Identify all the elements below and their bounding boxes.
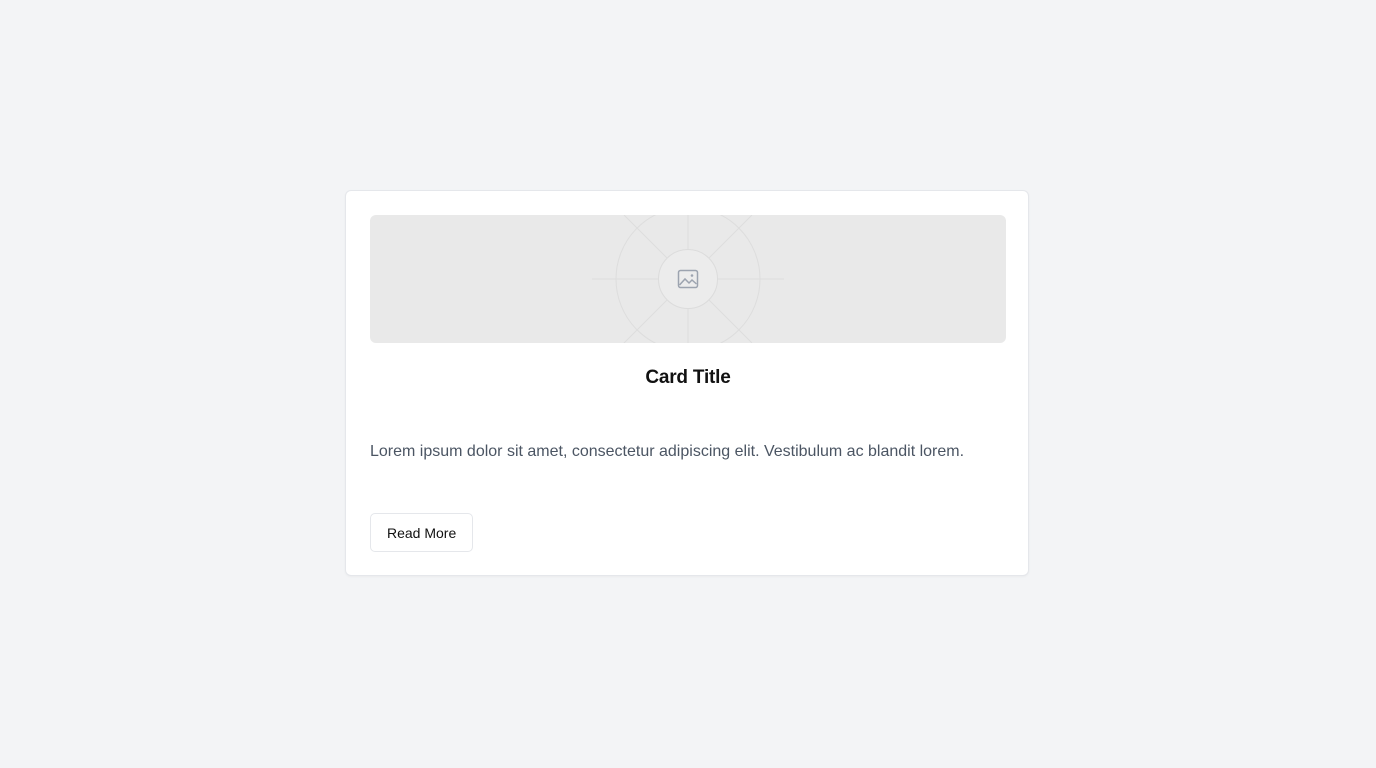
image-icon: [658, 249, 718, 309]
card-description: Lorem ipsum dolor sit amet, consectetur …: [370, 443, 965, 460]
card-image-placeholder: [370, 215, 1006, 343]
card-title: Card Title: [645, 367, 731, 388]
read-more-button[interactable]: Read More: [370, 513, 474, 552]
page: Card Title Lorem ipsum dolor sit amet, c…: [0, 0, 1376, 768]
card: Card Title Lorem ipsum dolor sit amet, c…: [345, 190, 1029, 576]
